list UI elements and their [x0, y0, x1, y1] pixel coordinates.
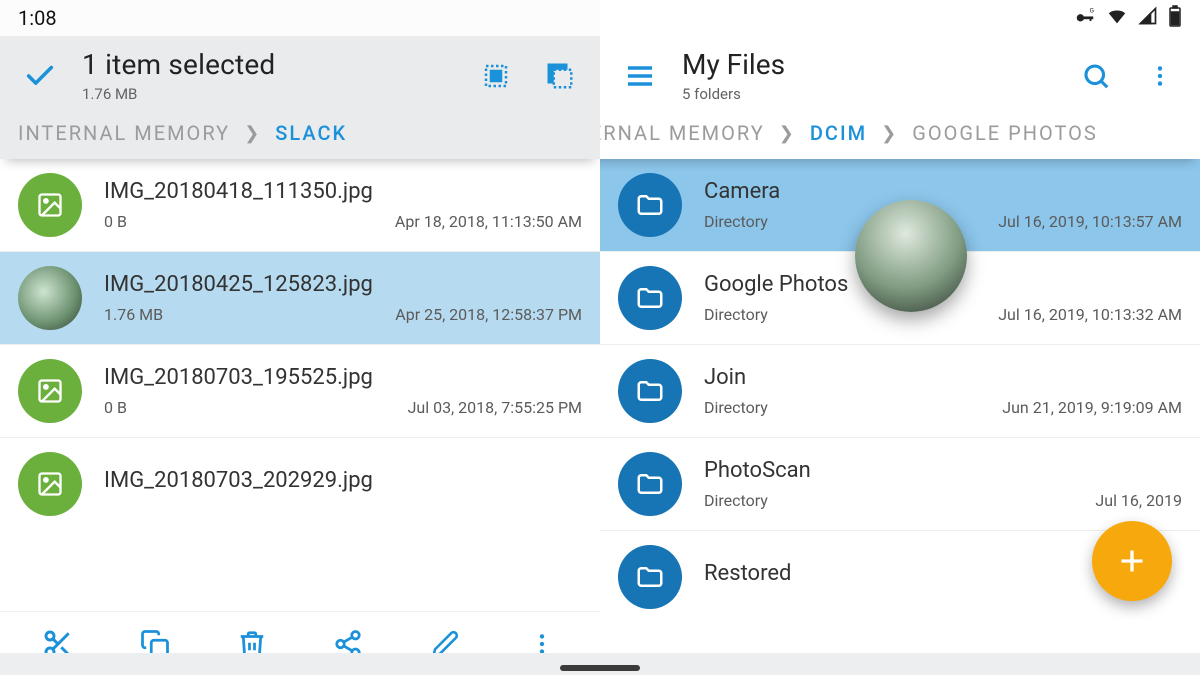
add-button[interactable] — [1092, 521, 1172, 601]
folder-date: Jul 16, 2019, 10:13:32 AM — [998, 305, 1182, 324]
file-size: 1.76 MB — [104, 305, 163, 324]
file-row[interactable]: IMG_20180703_195525.jpg 0 B Jul 03, 2018… — [0, 345, 600, 438]
chevron-right-icon: ❯ — [881, 123, 898, 144]
image-icon — [18, 359, 82, 423]
selection-title: 1 item selected — [82, 48, 275, 81]
battery-icon — [1168, 5, 1182, 32]
folder-icon — [618, 452, 682, 516]
folder-list-right[interactable]: Camera Directory Jul 16, 2019, 10:13:57 … — [600, 159, 1200, 675]
selection-size: 1.76 MB — [82, 85, 275, 103]
folder-icon — [618, 545, 682, 609]
select-inverse-button[interactable] — [538, 54, 582, 98]
gesture-handle[interactable] — [560, 665, 640, 671]
crumb-internal-memory[interactable]: INTERNAL MEMORY — [18, 121, 230, 145]
folder-date: Jul 16, 2019, 10:13:57 AM — [998, 212, 1182, 231]
wifi-icon — [1106, 5, 1128, 32]
chevron-right-icon: ❯ — [244, 123, 261, 144]
svg-text:G: G — [1090, 6, 1094, 14]
crumb-google-photos[interactable]: GOOGLE PHOTOS — [912, 121, 1098, 145]
folder-name: Join — [704, 365, 1182, 390]
signal-icon — [1138, 6, 1158, 31]
folder-name: PhotoScan — [704, 458, 1182, 483]
appbar-selection: 1 item selected 1.76 MB — [0, 36, 600, 113]
folder-icon — [618, 359, 682, 423]
file-name: IMG_20180418_111350.jpg — [104, 179, 582, 204]
folder-count: 5 folders — [682, 85, 785, 103]
crumb-internal-memory[interactable]: NTERNAL MEMORY — [600, 121, 765, 145]
file-date: Jul 03, 2018, 7:55:25 PM — [408, 398, 582, 417]
menu-button[interactable] — [618, 54, 662, 98]
overflow-menu-button[interactable] — [1138, 54, 1182, 98]
folder-type: Directory — [704, 212, 768, 231]
folder-row[interactable]: PhotoScan Directory Jul 16, 2019 — [600, 437, 1200, 530]
folder-type: Directory — [704, 491, 768, 510]
folder-type: Directory — [704, 398, 768, 417]
folder-row[interactable]: Google Photos Directory Jul 16, 2019, 10… — [600, 251, 1200, 344]
appbar-right: My Files 5 folders — [600, 36, 1200, 113]
folder-row[interactable]: Join Directory Jun 21, 2019, 9:19:09 AM — [600, 344, 1200, 437]
breadcrumb-left: INTERNAL MEMORY ❯ SLACK — [0, 113, 600, 159]
status-bar-left: 1:08 — [0, 0, 600, 36]
folder-name: Google Photos — [704, 272, 1182, 297]
file-size: 0 B — [104, 212, 127, 231]
file-date: Apr 18, 2018, 11:13:50 AM — [395, 212, 582, 231]
search-button[interactable] — [1074, 54, 1118, 98]
file-date: Apr 25, 2018, 12:58:37 PM — [395, 305, 582, 324]
system-nav-area — [0, 653, 1200, 675]
folder-name: Camera — [704, 179, 1182, 204]
file-name: IMG_20180425_125823.jpg — [104, 272, 582, 297]
file-size: 0 B — [104, 398, 127, 417]
folder-icon — [618, 173, 682, 237]
select-all-button[interactable] — [474, 54, 518, 98]
image-icon — [18, 452, 82, 516]
crumb-dcim[interactable]: DCIM — [810, 121, 867, 145]
crumb-slack[interactable]: SLACK — [275, 121, 347, 145]
file-name: IMG_20180703_195525.jpg — [104, 365, 582, 390]
file-list-left[interactable]: IMG_20180418_111350.jpg 0 B Apr 18, 2018… — [0, 159, 600, 611]
folder-date: Jul 16, 2019 — [1095, 491, 1182, 510]
image-icon — [18, 173, 82, 237]
file-row[interactable]: IMG_20180418_111350.jpg 0 B Apr 18, 2018… — [0, 159, 600, 252]
folder-date: Jun 21, 2019, 9:19:09 AM — [1002, 398, 1182, 417]
breadcrumb-right: NTERNAL MEMORY ❯ DCIM ❯ GOOGLE PHOTOS — [600, 113, 1200, 159]
folder-icon — [618, 266, 682, 330]
vpn-key-icon: G — [1074, 5, 1096, 32]
image-thumbnail — [18, 266, 82, 330]
folder-row[interactable]: Camera Directory Jul 16, 2019, 10:13:57 … — [600, 159, 1200, 251]
status-bar-right: G — [600, 0, 1200, 36]
chevron-right-icon: ❯ — [779, 123, 796, 144]
folder-type: Directory — [704, 305, 768, 324]
clock: 1:08 — [18, 6, 57, 30]
file-row[interactable]: IMG_20180425_125823.jpg 1.76 MB Apr 25, … — [0, 252, 600, 345]
confirm-selection-button[interactable] — [18, 54, 62, 98]
app-title: My Files — [682, 48, 785, 81]
file-name: IMG_20180703_202929.jpg — [104, 468, 582, 493]
file-row[interactable]: IMG_20180703_202929.jpg — [0, 438, 600, 530]
